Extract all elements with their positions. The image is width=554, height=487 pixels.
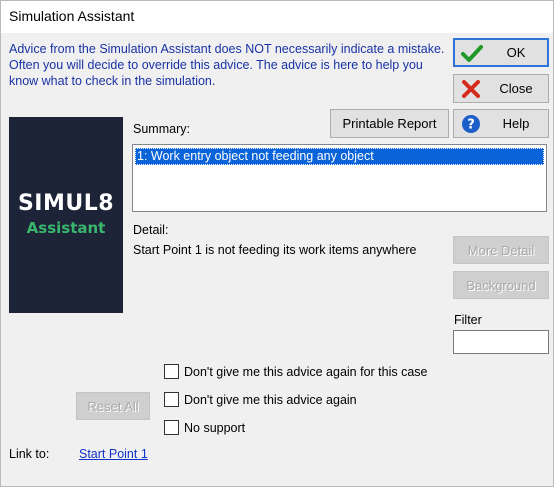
help-label: Help <box>502 116 530 131</box>
svg-text:?: ? <box>467 118 475 133</box>
logo-subtitle: Assistant <box>26 219 106 237</box>
close-x-icon <box>460 79 482 99</box>
window-title: Simulation Assistant <box>9 8 135 24</box>
detail-text: Start Point 1 is not feeding its work it… <box>133 243 417 257</box>
detail-label: Detail: <box>133 223 169 237</box>
background-button[interactable]: Background <box>453 271 549 299</box>
simulation-assistant-dialog: Simulation Assistant Advice from the Sim… <box>0 0 554 487</box>
checkbox-label: Don't give me this advice again <box>184 392 357 407</box>
checkbox-no-advice-again[interactable]: Don't give me this advice again <box>164 392 357 407</box>
checkbox-no-advice-this-case[interactable]: Don't give me this advice again for this… <box>164 364 427 379</box>
logo-brand: SIMUL8 <box>17 191 115 216</box>
filter-input[interactable] <box>453 330 549 354</box>
summary-label: Summary: <box>133 122 190 136</box>
summary-list[interactable]: 1: Work entry object not feeding any obj… <box>132 144 547 212</box>
checkbox-box[interactable] <box>164 364 179 379</box>
ok-button[interactable]: OK <box>453 38 549 67</box>
filter-label: Filter <box>454 313 482 327</box>
reset-all-button[interactable]: Reset All <box>76 392 150 420</box>
printable-report-button[interactable]: Printable Report <box>330 109 449 138</box>
checkmark-icon <box>461 44 483 64</box>
checkbox-no-support[interactable]: No support <box>164 420 245 435</box>
advice-disclaimer: Advice from the Simulation Assistant doe… <box>9 42 445 88</box>
help-button[interactable]: ? Help <box>453 109 549 138</box>
link-start-point[interactable]: Start Point 1 <box>79 447 148 461</box>
close-button[interactable]: Close <box>453 74 549 103</box>
title-bar[interactable]: Simulation Assistant <box>1 1 553 33</box>
checkbox-label: Don't give me this advice again for this… <box>184 364 428 379</box>
help-icon: ? <box>460 114 482 134</box>
ok-label: OK <box>506 45 526 60</box>
link-to-label: Link to: <box>9 447 50 461</box>
simul8-assistant-logo: SIMUL8 Assistant <box>9 117 123 313</box>
close-label: Close <box>499 81 533 96</box>
list-item[interactable]: 1: Work entry object not feeding any obj… <box>135 148 544 165</box>
more-detail-button[interactable]: More Detail <box>453 236 549 264</box>
checkbox-box[interactable] <box>164 420 179 435</box>
checkbox-box[interactable] <box>164 392 179 407</box>
checkbox-label: No support <box>184 420 246 435</box>
